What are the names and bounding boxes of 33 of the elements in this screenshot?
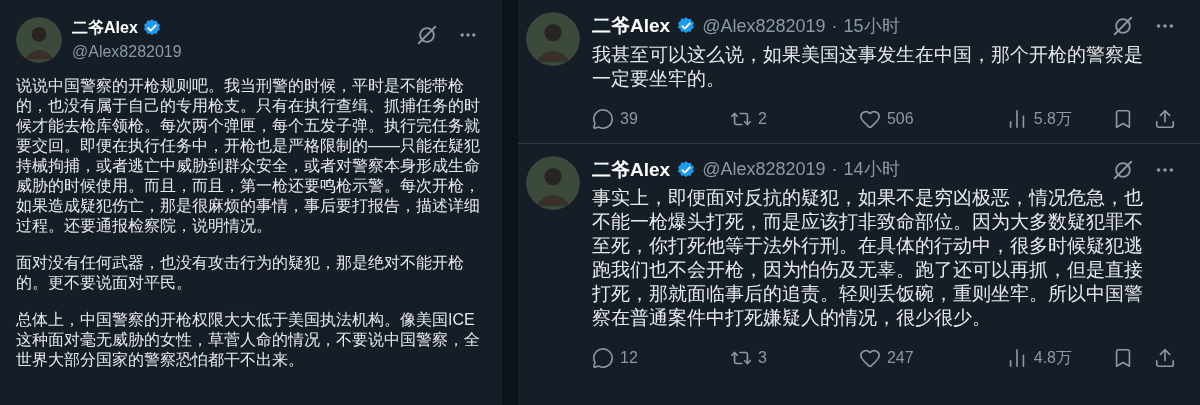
post-text: 我甚至可以这么说，如果美国这事发生在中国，那个开枪的警察是一定要坐牢的。 <box>592 42 1144 91</box>
slashed-circle-icon[interactable] <box>1112 15 1134 38</box>
speech-bubble-icon <box>592 347 614 369</box>
views-button[interactable]: 4.8万 <box>1005 346 1072 370</box>
repost-button[interactable]: 2 <box>729 106 767 131</box>
post-paragraph: 说说中国警察的开枪规则吧。我当刑警的时候，平时是不能带枪的，也没有属于自己的专用枪支。只有在执行查缉、抓捕任务的时候才能去枪库领枪。每次两个弹匣，每个五发子弹。执行完任务就要交回。即便在执行任务中，开枪也是严格限制的——只能在疑犯持械拘捕，或者逃亡中威胁到群众安全，或者对警察本身形成生命威胁的时候使用。而且，而且，第一枪还要鸣枪示警。每次开枪，如果造成疑犯伤亡，那是很麻烦的事情，事后要打报告，描述详细过程。还要通报检察院，说明情况。 <box>16 76 481 236</box>
slashed-circle-icon[interactable] <box>416 24 438 46</box>
author-name[interactable]: 二爷Alex <box>72 16 138 40</box>
post-paragraph: 总体上，中国警察的开枪权限大大低于美国执法机构。像美国ICE这种面对毫无威胁的女性，草菅人命的情况，不要说中国警察，全世界大部分国家的警察恐怕都干不出来。 <box>16 310 481 370</box>
share-icon[interactable] <box>1154 347 1176 369</box>
author-handle[interactable]: @Alex8282019 <box>702 156 826 184</box>
verified-badge-icon <box>141 18 162 38</box>
post-time[interactable]: 14小时 <box>843 156 900 184</box>
share-icon[interactable] <box>1154 107 1176 130</box>
views-button[interactable]: 5.8万 <box>1005 106 1072 131</box>
heart-icon <box>858 347 881 369</box>
post-paragraph: 面对没有任何武器，也没有攻击行为的疑犯，那是绝对不能开枪的。更不要说面对平民。 <box>16 253 465 293</box>
like-button[interactable]: 506 <box>858 106 914 131</box>
author-name[interactable]: 二爷Alex <box>592 155 671 184</box>
slashed-circle-icon[interactable] <box>1112 158 1134 181</box>
verified-badge-icon <box>676 159 697 180</box>
reply-button[interactable]: 12 <box>592 346 638 370</box>
separator-dot: · <box>831 158 838 182</box>
speech-bubble-icon <box>592 107 614 130</box>
repost-button[interactable]: 3 <box>729 346 767 370</box>
author-name[interactable]: 二爷Alex <box>592 12 671 41</box>
post-text: 事实上，即便面对反抗的疑犯，如果不是穷凶极恶，情况危急，也不能一枪爆头打死，而是应该打非致命部位。因为大多数疑犯罪不至死，你打死他等于法外行刑。在具体的行动中，很多时候疑犯逃跑我们也不会开枪，因为怕伤及无辜。跑了还可以再抓，但是直接打死，那就面临事后的追责。轻则丢饭碗，重则坐牢。所以中国警察在普通案件中打死嫌疑人的情况，很少很少。 <box>592 186 1144 330</box>
author-handle[interactable]: @Alex8282019 <box>702 12 826 40</box>
like-button[interactable]: 247 <box>858 346 914 370</box>
author-handle[interactable]: @Alex8282019 <box>72 40 182 64</box>
post-time[interactable]: 15小时 <box>843 12 900 40</box>
separator-dot: · <box>831 14 838 38</box>
reply-button[interactable]: 39 <box>592 106 638 131</box>
